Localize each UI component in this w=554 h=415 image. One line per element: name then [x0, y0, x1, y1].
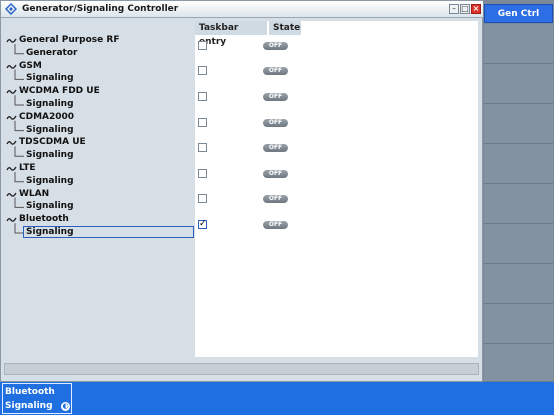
- state-toggle[interactable]: OFF: [263, 118, 288, 127]
- state-toggle[interactable]: OFF: [263, 195, 288, 204]
- taskbar-item-bluetooth-signaling[interactable]: Bluetooth Signaling ◐: [2, 383, 72, 414]
- minimize-button[interactable]: –: [449, 4, 459, 14]
- tree-expander-icon[interactable]: [6, 86, 18, 98]
- taskbar-entry-checkbox[interactable]: [198, 168, 207, 178]
- title-bar[interactable]: Generator/Signaling Controller – □ ×: [1, 1, 484, 18]
- taskbar-item-title: Bluetooth: [5, 387, 55, 397]
- state-toggle[interactable]: OFF: [263, 144, 288, 153]
- taskbar-entry-checkbox[interactable]: [198, 194, 207, 204]
- tree-group-label: WLAN: [19, 188, 50, 199]
- state-toggle[interactable]: OFF: [263, 93, 288, 101]
- softkey-6[interactable]: [484, 184, 553, 224]
- tree-expander-icon[interactable]: [6, 35, 18, 47]
- state-toggle[interactable]: OFF: [263, 221, 288, 229]
- maximize-icon: □: [461, 4, 469, 13]
- taskbar-item-subtitle: Signaling: [5, 401, 53, 411]
- softkey-5[interactable]: [484, 144, 553, 184]
- window-title: Generator/Signaling Controller: [22, 4, 179, 14]
- softkey-9[interactable]: [484, 304, 553, 344]
- taskbar-entry-checkbox[interactable]: ✓: [198, 220, 207, 229]
- state-toggle[interactable]: OFF: [263, 169, 288, 178]
- settings-grid: Taskbar entry State OFF OFF OFF OFF OFF OFF OF…: [195, 21, 478, 357]
- horizontal-scrollbar[interactable]: [4, 363, 479, 375]
- close-icon: ×: [472, 4, 480, 13]
- tree-group-label: GSM: [19, 60, 42, 71]
- taskbar-entry-checkbox[interactable]: [198, 66, 207, 76]
- maximize-button[interactable]: □: [460, 4, 470, 14]
- tree-expander-icon[interactable]: [6, 137, 18, 149]
- taskbar-entry-checkbox[interactable]: [198, 40, 207, 50]
- tree-expander-icon[interactable]: [6, 163, 18, 175]
- tree-group-label: TDSCDMA UE: [19, 137, 86, 148]
- tree-child-4[interactable]: Signaling: [4, 149, 195, 162]
- tree-expander-icon[interactable]: [6, 112, 18, 124]
- tree-group-label: General Purpose RF: [19, 35, 120, 45]
- state-indicator-icon: ◐: [61, 402, 70, 411]
- tree-child-label: Signaling: [26, 175, 74, 186]
- tree-child-2[interactable]: Signaling: [4, 98, 195, 111]
- minimize-icon: –: [452, 4, 456, 13]
- tree-expander-icon[interactable]: [6, 214, 18, 226]
- softkey-2[interactable]: [484, 24, 553, 64]
- column-header-state: State: [269, 21, 301, 35]
- softkey-10[interactable]: [484, 344, 553, 382]
- column-header-taskbar-entry: Taskbar entry: [195, 21, 267, 47]
- tree-child-label: Signaling: [26, 227, 74, 237]
- tree-child-label: Generator: [26, 47, 78, 58]
- generator-signaling-window: Generator/Signaling Controller – □ × Gen…: [0, 0, 484, 382]
- tree-child-7[interactable]: Signaling: [4, 226, 195, 239]
- tree-child-0[interactable]: Generator: [4, 47, 195, 60]
- tree-child-label: Signaling: [26, 124, 74, 135]
- tree-group-label: Bluetooth: [19, 214, 69, 225]
- tree-child-label: Signaling: [26, 73, 74, 84]
- state-toggle[interactable]: OFF: [263, 41, 288, 50]
- rs-logo-icon: [5, 3, 17, 15]
- tree-child-5[interactable]: Signaling: [4, 175, 195, 188]
- application-tree: General Purpose RF Generator GSM Signaling W…: [4, 21, 195, 357]
- taskbar-entry-checkbox[interactable]: [198, 117, 207, 127]
- tree-group-label: LTE: [19, 163, 36, 173]
- state-toggle[interactable]: OFF: [263, 67, 288, 76]
- tree-child-label: Signaling: [26, 99, 74, 109]
- tree-expander-icon[interactable]: [6, 61, 18, 73]
- softkey-8[interactable]: [484, 264, 553, 304]
- tree-child-3[interactable]: Signaling: [4, 124, 195, 137]
- tree-group-label: WCDMA FDD UE: [19, 86, 100, 97]
- softkey-7[interactable]: [484, 224, 553, 264]
- tree-child-1[interactable]: Signaling: [4, 72, 195, 85]
- tree-child-6[interactable]: Signaling: [4, 200, 195, 213]
- taskbar-entry-checkbox[interactable]: [198, 143, 207, 153]
- taskbar-entry-checkbox[interactable]: [198, 92, 207, 101]
- tree-expander-icon[interactable]: [6, 189, 18, 201]
- softkey-4[interactable]: [484, 104, 553, 144]
- gen-ctrl-button[interactable]: Gen Ctrl: [484, 4, 553, 23]
- tree-child-label: Signaling: [26, 150, 74, 161]
- close-button[interactable]: ×: [471, 4, 481, 14]
- taskbar: Bluetooth Signaling ◐: [0, 382, 554, 415]
- tree-group-label: CDMA2000: [19, 111, 75, 122]
- softkey-3[interactable]: [484, 64, 553, 104]
- tree-child-label: Signaling: [26, 201, 74, 212]
- right-softkey-panel: Gen Ctrl: [483, 0, 554, 382]
